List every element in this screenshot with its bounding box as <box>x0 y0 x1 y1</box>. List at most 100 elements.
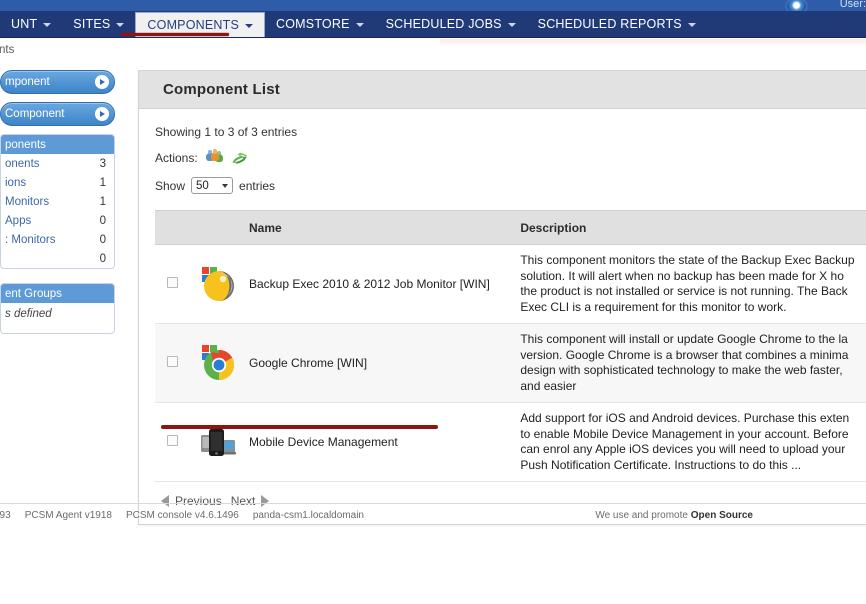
sidebar-stat-row[interactable]: : Monitors 0 <box>1 230 114 249</box>
footer-opensource-prefix: We use and promote <box>595 510 691 521</box>
actions-row: Actions: <box>155 149 866 166</box>
application-window: User: UNT SITES COMPONENTS COMSTORE SCHE… <box>0 0 866 604</box>
sidebar-stat-row[interactable]: onents 3 <box>1 154 114 173</box>
page-title: Component List <box>163 81 280 98</box>
sidebar-stat-row[interactable]: 0 <box>1 249 114 268</box>
row-select-cell <box>155 323 189 403</box>
row-icon-cell <box>189 244 247 324</box>
row-checkbox[interactable] <box>166 356 178 367</box>
description-line: the product is not installed or service … <box>520 284 848 298</box>
component-name[interactable]: Backup Exec 2010 & 2012 Job Monitor [WIN… <box>247 244 509 324</box>
breadcrumb: nts <box>0 44 15 56</box>
sidebar-button-label: mponent <box>5 76 50 88</box>
column-description[interactable]: Description <box>508 210 866 245</box>
component-description: This component monitors the state of the… <box>508 244 866 324</box>
backup-exec-icon <box>202 267 234 301</box>
sidebar-groups-panel: ent Groups s defined <box>0 283 115 334</box>
breadcrumb-bar: nts <box>0 39 866 63</box>
column-name[interactable]: Name <box>247 210 509 245</box>
sidebar-stat-row[interactable]: Apps 0 <box>1 211 114 230</box>
column-icon <box>189 210 247 245</box>
sidebar-stat-value: 0 <box>99 233 106 246</box>
sidebar-stat-value: 0 <box>99 252 106 265</box>
component-description: Add support for iOS and Android devices.… <box>508 402 866 482</box>
arrow-left-icon <box>161 495 169 507</box>
sidebar-stat-label: Monitors <box>5 195 50 208</box>
pagination-previous-label: Previous <box>175 494 222 508</box>
table-row[interactable]: Mobile Device Management Add support for… <box>155 402 866 482</box>
description-line: to enable Mobile Device Management in yo… <box>520 426 849 441</box>
sidebar-button-import-component[interactable]: Component <box>0 102 115 126</box>
nav-item-label: COMPONENTS <box>147 18 240 32</box>
sidebar-stat-label: Apps <box>5 214 32 227</box>
show-entries-prefix: Show <box>155 178 186 193</box>
nav-item-scheduled-jobs[interactable]: SCHEDULED JOBS <box>375 11 527 37</box>
sidebar-stat-label: onents <box>5 157 40 170</box>
sidebar-button-label: Component <box>5 108 65 120</box>
table-body: Backup Exec 2010 & 2012 Job Monitor [WIN… <box>155 244 866 482</box>
description-line: and easier <box>520 378 577 393</box>
table-header-row: Name Description <box>155 210 866 245</box>
footer-divider <box>0 503 866 504</box>
description-line: design with sophisticated technology to … <box>520 363 843 377</box>
entries-summary: Showing 1 to 3 of 3 entries <box>155 125 298 139</box>
footer-item-agent-version: PCSM Agent v1918 <box>24 510 112 521</box>
row-checkbox[interactable] <box>166 277 178 288</box>
table-head: Name Description <box>155 210 866 245</box>
nav-item-label: COMSTORE <box>276 17 350 31</box>
sidebar-stat-row[interactable]: ions 1 <box>1 173 114 192</box>
pagination-previous[interactable]: Previous <box>161 494 222 508</box>
sidebar-groups-title: ent Groups <box>1 284 114 303</box>
users-group-icon[interactable] <box>205 149 223 166</box>
description-line: This component will install or update Go… <box>520 332 848 346</box>
sidebar-stat-value: 1 <box>99 195 106 208</box>
nav-item-label: SCHEDULED JOBS <box>385 17 502 31</box>
app-top-strip: User: <box>0 0 866 13</box>
nav-item-label: UNT <box>11 17 38 31</box>
entries-per-page-value: 50 <box>196 179 209 192</box>
breadcrumb-tint <box>440 39 866 47</box>
description-line: This component monitors the state of the… <box>520 253 855 267</box>
sidebar-stat-value: 1 <box>99 176 106 189</box>
nav-item-account[interactable]: UNT <box>0 11 62 37</box>
component-name[interactable]: Mobile Device Management <box>247 402 509 482</box>
show-entries-suffix: entries <box>239 178 276 193</box>
pagination-next-label: Next <box>230 494 256 508</box>
actions-label: Actions: <box>155 150 198 165</box>
annotation-underline-components <box>121 33 229 36</box>
chevron-down-icon <box>116 23 125 27</box>
row-checkbox[interactable] <box>166 435 178 446</box>
row-icon-cell <box>189 323 247 403</box>
users-group-icon-head <box>212 149 218 154</box>
recycle-refresh-icon[interactable] <box>231 149 248 166</box>
sidebar-button-new-component[interactable]: mponent <box>0 70 115 94</box>
sidebar-groups-empty: s defined <box>5 308 52 320</box>
nav-item-label: SCHEDULED REPORTS <box>537 17 682 31</box>
footer-item-id: 293 <box>0 510 11 521</box>
table-row[interactable]: Backup Exec 2010 & 2012 Job Monitor [WIN… <box>155 244 866 324</box>
chevron-down-icon <box>222 183 229 188</box>
description-line: Add support for iOS and Android devices.… <box>520 411 850 425</box>
sidebar-stats-title: ponents <box>1 135 114 154</box>
entries-per-page-select[interactable]: 50 <box>191 177 234 194</box>
nav-item-scheduled-reports[interactable]: SCHEDULED REPORTS <box>527 11 707 37</box>
footer-item-console-version: PCSM console v4.6.1496 <box>125 510 239 521</box>
sidebar-stat-value: 0 <box>99 214 106 227</box>
description-line: Exec CLI is a requirement for this monit… <box>520 299 787 314</box>
pagination-next[interactable]: Next <box>231 494 270 508</box>
component-name[interactable]: Google Chrome [WIN] <box>247 323 509 403</box>
component-list-card: Component List Showing 1 to 3 of 3 entri… <box>138 70 866 525</box>
nav-item-comstore[interactable]: COMSTORE <box>265 11 375 37</box>
sidebar-stat-row[interactable]: Monitors 1 <box>1 192 114 211</box>
card-header: Component List <box>139 71 866 109</box>
sidebar-stat-label: : Monitors <box>5 233 56 246</box>
footer-right: We use and promote Open Source <box>595 510 753 521</box>
arrow-right-icon <box>261 495 270 507</box>
description-line: Push Notification Certificate. Instructi… <box>520 457 802 472</box>
row-icon-cell <box>189 402 247 482</box>
footer-opensource-link[interactable]: Open Source <box>691 510 753 521</box>
table-row[interactable]: Google Chrome [WIN] This component will … <box>155 323 866 403</box>
column-select-all[interactable] <box>155 210 189 245</box>
description-line: can enrol any Apple iOS devices you will… <box>520 442 846 456</box>
description-line: version. Google Chrome is a browser that… <box>520 347 849 362</box>
